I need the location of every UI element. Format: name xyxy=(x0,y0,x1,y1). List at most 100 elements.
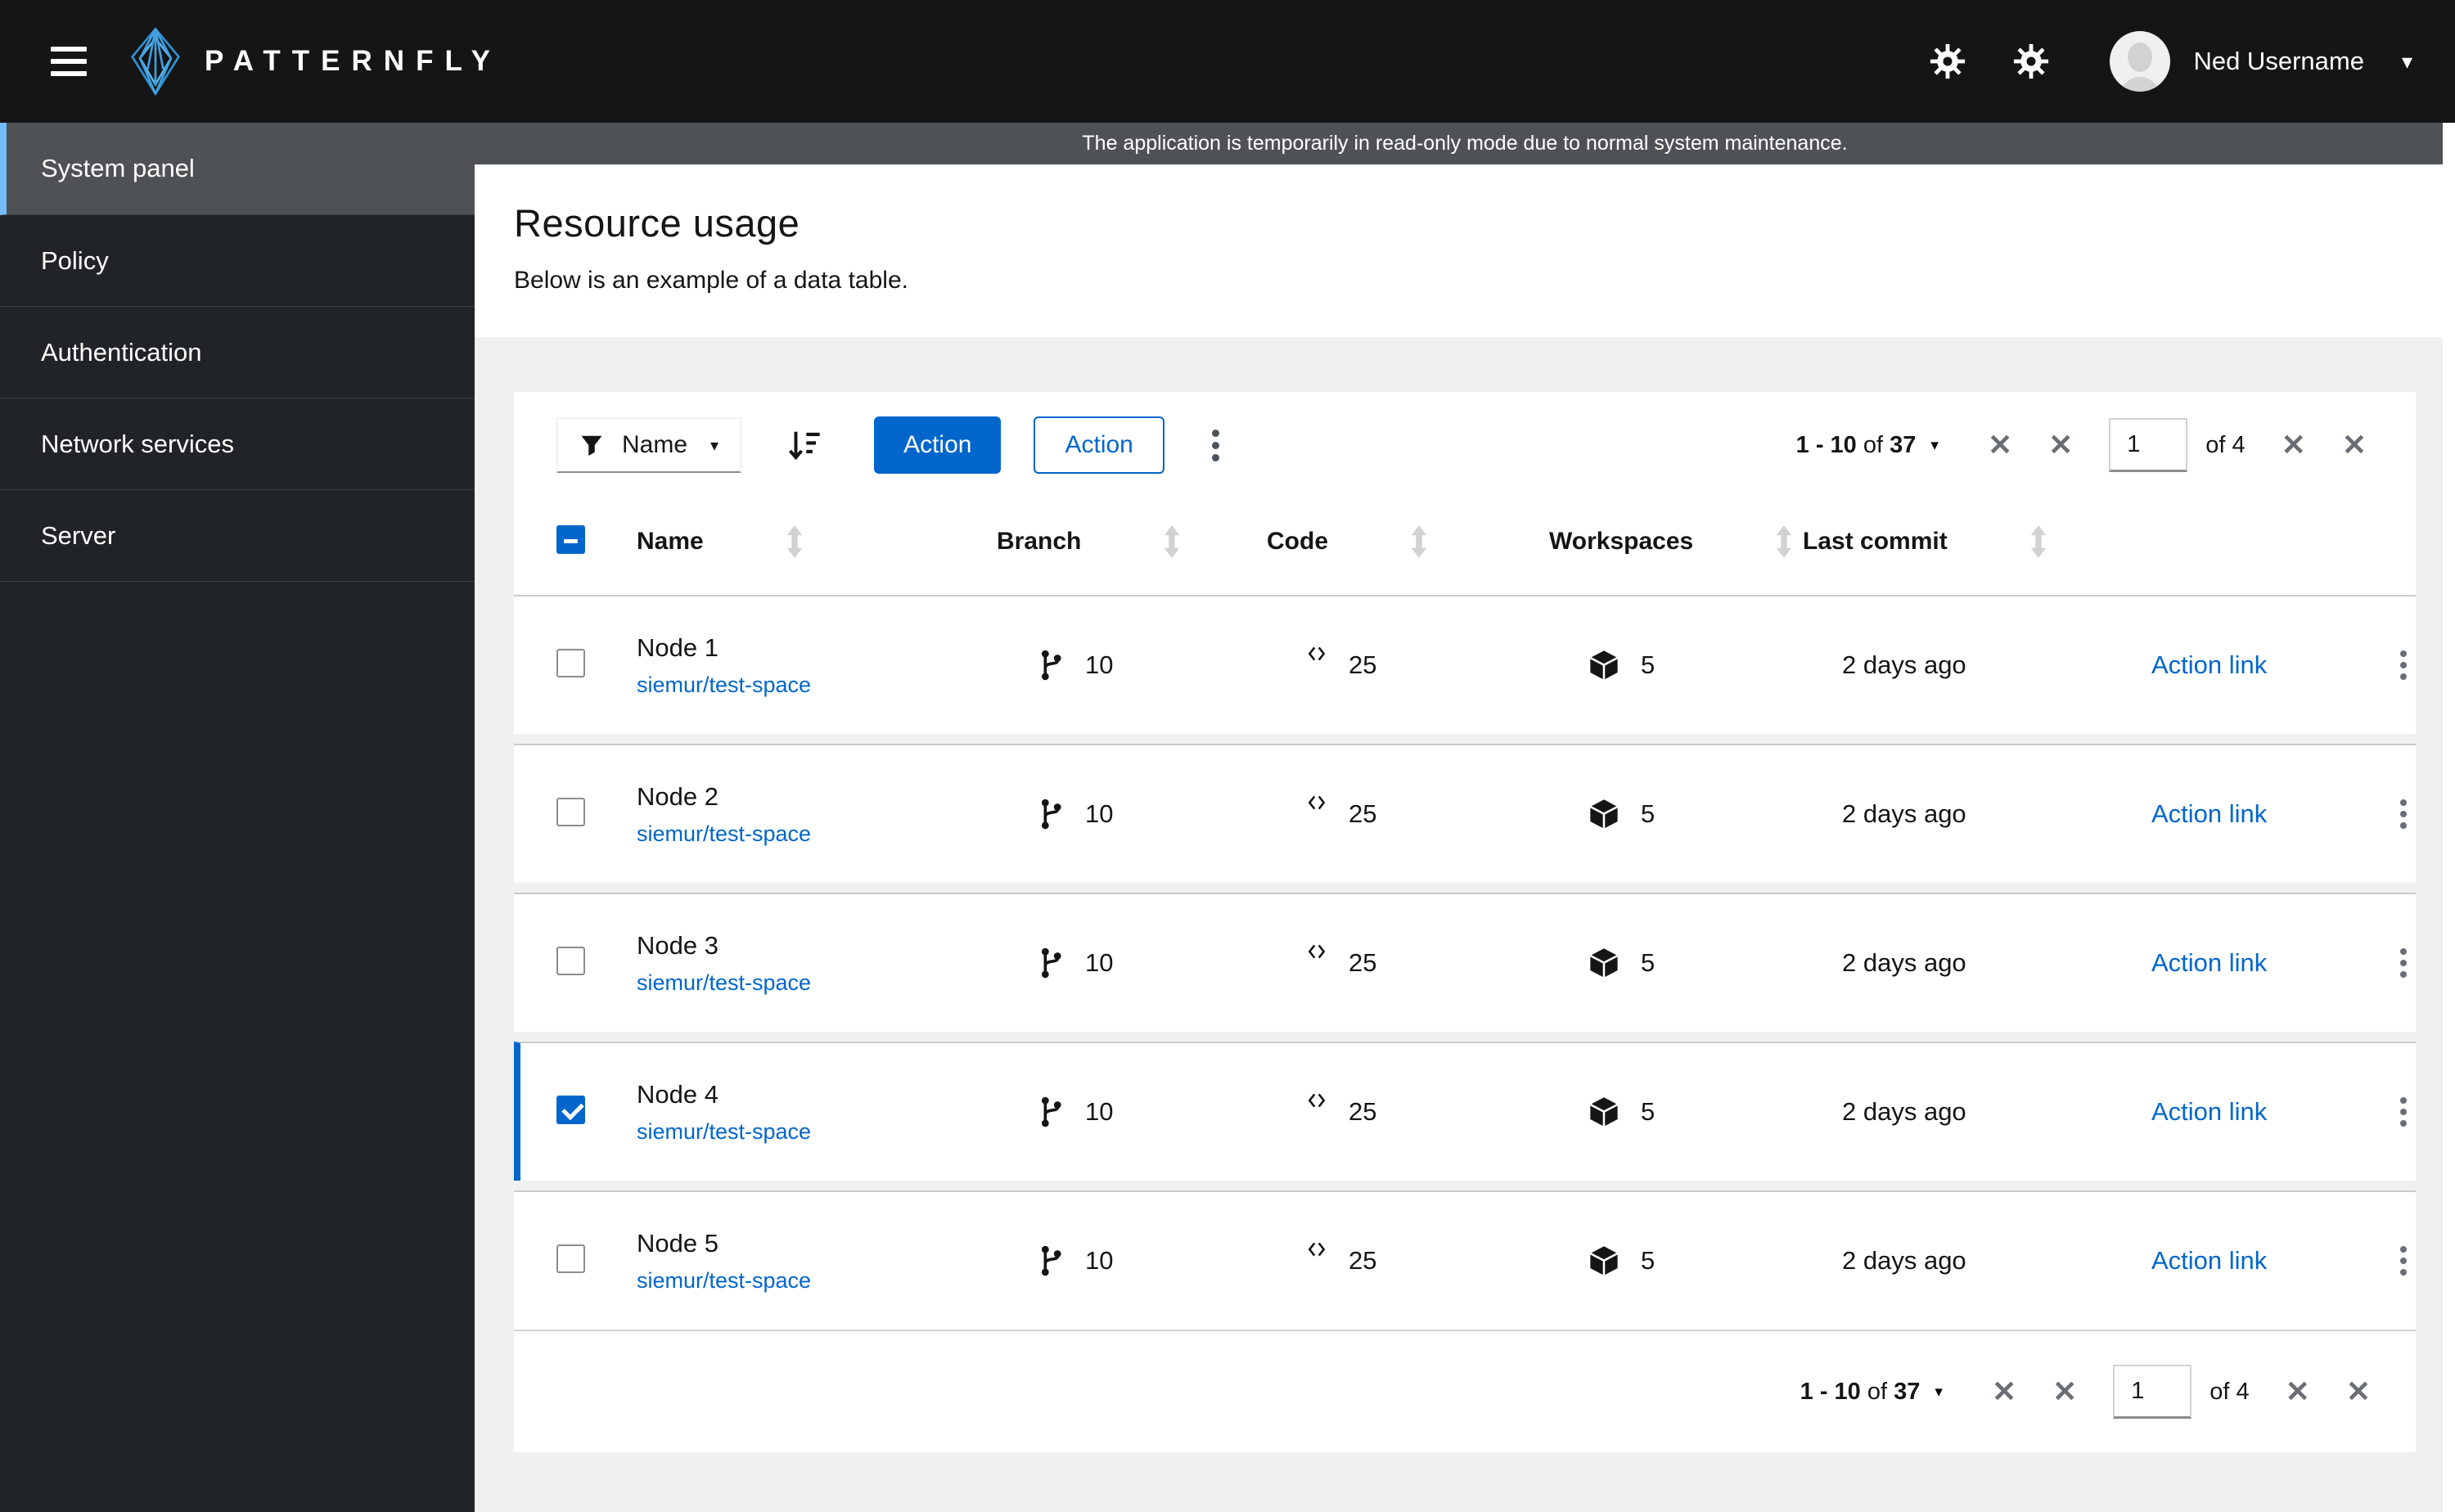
row-action-link[interactable]: Action link xyxy=(2122,799,2267,828)
nav-toggle-hamburger-icon[interactable] xyxy=(43,38,95,84)
branch-cell: 10 xyxy=(997,649,1267,682)
avatar xyxy=(2110,31,2171,92)
row-action-link[interactable]: Action link xyxy=(2122,1097,2267,1126)
sidebar-item-network-services[interactable]: Network services xyxy=(0,398,475,490)
workspaces-cell: 5 xyxy=(1549,1244,1803,1277)
last-page-icon[interactable]: ✕ xyxy=(2346,1375,2371,1409)
row-kebab-icon[interactable] xyxy=(2392,1238,2415,1284)
toolbar-kebab-icon[interactable] xyxy=(1204,421,1228,470)
table-header-row: Name Branch Code Workspaces Last commit xyxy=(514,498,2416,585)
next-page-icon[interactable]: ✕ xyxy=(2286,1375,2310,1409)
code-cell: 25 xyxy=(1267,646,1549,680)
node-space-link[interactable]: siemur/test-space xyxy=(637,821,997,847)
filter-funnel-icon xyxy=(581,435,602,456)
first-page-icon[interactable]: ✕ xyxy=(1992,1375,2016,1409)
node-space-link[interactable]: siemur/test-space xyxy=(637,1268,997,1294)
next-page-icon[interactable]: ✕ xyxy=(2282,428,2306,462)
help-gear-icon[interactable] xyxy=(2002,32,2061,91)
sidebar-item-server[interactable]: Server xyxy=(0,490,475,582)
row-kebab-icon[interactable] xyxy=(2392,1089,2415,1135)
secondary-action-button[interactable]: Action xyxy=(1034,416,1164,474)
code-branch-icon xyxy=(1041,650,1061,681)
previous-page-icon[interactable]: ✕ xyxy=(2052,1375,2077,1409)
last-page-icon[interactable]: ✕ xyxy=(2342,428,2367,462)
code-branch-icon xyxy=(1041,947,1061,979)
sidebar-item-policy[interactable]: Policy xyxy=(0,215,475,307)
username: Ned Username xyxy=(2193,47,2364,75)
node-name: Node 1 xyxy=(637,632,718,662)
row-action-link[interactable]: Action link xyxy=(2122,948,2267,977)
row-checkbox[interactable] xyxy=(556,798,585,826)
cube-icon xyxy=(1589,948,1619,978)
node-space-link[interactable]: siemur/test-space xyxy=(637,970,997,996)
table-row: Node 1 siemur/test-space 10 25 5 2 days … xyxy=(514,595,2416,734)
code-icon xyxy=(1308,646,1326,661)
last-commit-cell: 2 days ago xyxy=(1842,650,1966,679)
column-header-code[interactable]: Code xyxy=(1267,525,1549,558)
branch-cell: 10 xyxy=(997,1244,1267,1277)
node-name: Node 5 xyxy=(637,1228,718,1258)
node-space-link[interactable]: siemur/test-space xyxy=(637,673,997,698)
workspaces-cell: 5 xyxy=(1549,798,1803,830)
page-header: Resource usage Below is an example of a … xyxy=(475,164,2455,337)
column-header-branch[interactable]: Branch xyxy=(997,525,1267,558)
brand-logo[interactable]: PATTERNFLY xyxy=(128,27,502,96)
workspaces-cell: 5 xyxy=(1549,1096,1803,1128)
per-page-caret-down-icon[interactable]: ▾ xyxy=(1935,1383,1943,1402)
scrollbar-track[interactable] xyxy=(2443,123,2455,1512)
page-title: Resource usage xyxy=(514,201,800,245)
code-cell: 25 xyxy=(1267,1242,1549,1276)
node-space-link[interactable]: siemur/test-space xyxy=(637,1119,997,1145)
patternfly-crystal-icon xyxy=(131,27,180,96)
cube-icon xyxy=(1589,1246,1619,1276)
filter-dropdown[interactable]: Name ▾ xyxy=(556,417,742,473)
node-name: Node 2 xyxy=(637,781,718,811)
branch-cell: 10 xyxy=(997,798,1267,830)
table-footer: 1 - 10 of 37 ▾ ✕ ✕ of 4 ✕ ✕ xyxy=(514,1330,2416,1452)
user-menu-caret-down-icon[interactable]: ▾ xyxy=(2402,49,2412,74)
select-all-checkbox[interactable] xyxy=(556,525,585,554)
previous-page-icon[interactable]: ✕ xyxy=(2048,428,2073,462)
row-checkbox[interactable] xyxy=(556,1244,585,1273)
primary-action-button[interactable]: Action xyxy=(874,416,1002,474)
per-page-caret-down-icon[interactable]: ▾ xyxy=(1930,436,1939,455)
row-kebab-icon[interactable] xyxy=(2392,940,2415,986)
code-icon xyxy=(1308,1093,1326,1108)
data-table-card: Name ▾ Action Action 1 - 10 of 37 ▾ ✕ ✕ … xyxy=(514,392,2416,1452)
row-checkbox[interactable] xyxy=(556,649,585,677)
total-pages-label: of 4 xyxy=(2210,1378,2250,1405)
table-row: Node 3 siemur/test-space 10 25 5 2 days … xyxy=(514,893,2416,1032)
column-header-name[interactable]: Name xyxy=(637,525,997,558)
cube-icon xyxy=(1589,799,1619,829)
row-action-link[interactable]: Action link xyxy=(2122,1246,2267,1275)
node-name: Node 4 xyxy=(637,1079,718,1109)
filter-caret-down-icon: ▾ xyxy=(710,436,719,455)
sidebar-item-system-panel[interactable]: System panel xyxy=(0,123,475,215)
row-kebab-icon[interactable] xyxy=(2392,791,2415,837)
sort-updown-icon xyxy=(1163,525,1181,558)
workspaces-cell: 5 xyxy=(1549,649,1803,682)
row-checkbox[interactable] xyxy=(556,947,585,975)
row-checkbox[interactable] xyxy=(556,1096,585,1124)
settings-gear-icon[interactable] xyxy=(1918,32,1977,91)
sort-updown-icon xyxy=(2029,525,2047,558)
first-page-icon[interactable]: ✕ xyxy=(1988,428,2012,462)
sort-button[interactable] xyxy=(787,429,822,461)
code-branch-icon xyxy=(1041,1245,1061,1276)
column-header-last-commit[interactable]: Last commit xyxy=(1803,525,2122,558)
row-kebab-icon[interactable] xyxy=(2392,642,2415,688)
banner-text: The application is temporarily in read-o… xyxy=(1082,132,1848,155)
branch-cell: 10 xyxy=(997,947,1267,979)
table-body: Node 1 siemur/test-space 10 25 5 2 days … xyxy=(514,595,2416,1330)
last-commit-cell: 2 days ago xyxy=(1842,948,1966,977)
total-pages-label: of 4 xyxy=(2205,431,2246,458)
sort-updown-icon xyxy=(786,525,804,558)
maintenance-banner: The application is temporarily in read-o… xyxy=(475,123,2455,164)
column-header-workspaces[interactable]: Workspaces xyxy=(1549,525,1803,558)
workspaces-cell: 5 xyxy=(1549,947,1803,979)
row-action-link[interactable]: Action link xyxy=(2122,650,2267,679)
branch-cell: 10 xyxy=(997,1096,1267,1128)
current-page-input[interactable] xyxy=(2109,418,2188,472)
sidebar-item-authentication[interactable]: Authentication xyxy=(0,307,475,398)
current-page-input[interactable] xyxy=(2113,1365,2192,1419)
